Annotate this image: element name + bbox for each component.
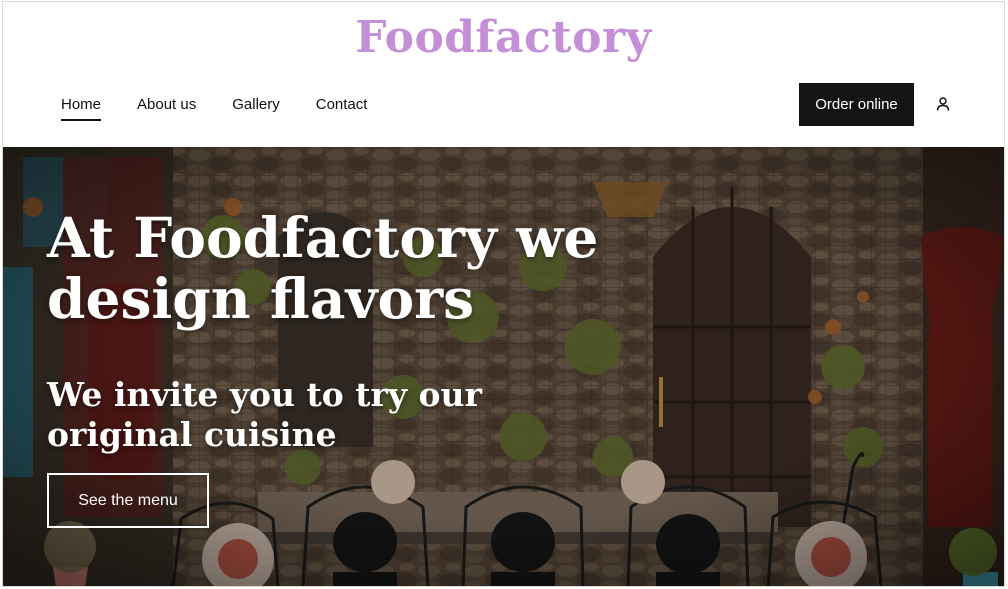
main-nav: Home About us Gallery Contact	[61, 96, 368, 121]
nav-item-about[interactable]: About us	[137, 96, 196, 117]
page-frame: Foodfactory Home About us Gallery Contac…	[2, 1, 1005, 587]
brand-logo[interactable]: Foodfactory	[3, 12, 1004, 63]
hero-section: At Foodfactory we design flavors We invi…	[3, 147, 1004, 586]
nav-item-gallery[interactable]: Gallery	[232, 96, 280, 117]
hero-title: At Foodfactory we design flavors	[47, 205, 599, 331]
order-online-button[interactable]: Order online	[799, 83, 914, 126]
nav-item-contact[interactable]: Contact	[316, 96, 368, 117]
nav-item-home[interactable]: Home	[61, 96, 102, 121]
hero-subtitle: We invite you to try our original cuisin…	[47, 375, 482, 454]
see-menu-button[interactable]: See the menu	[47, 473, 209, 528]
user-icon[interactable]	[935, 96, 951, 112]
